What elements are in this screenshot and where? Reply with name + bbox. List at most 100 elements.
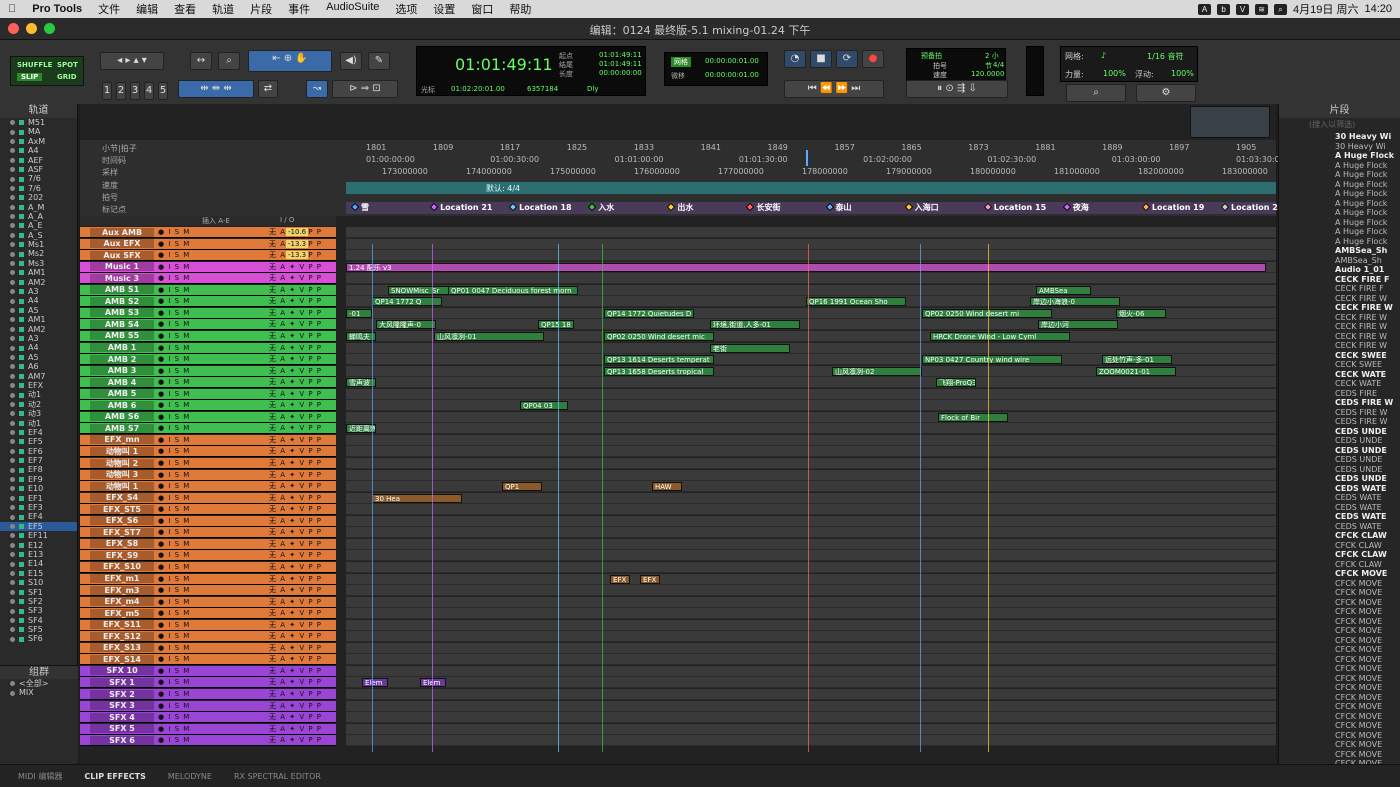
status-icon[interactable]: V	[1236, 3, 1250, 15]
track-lane[interactable]	[346, 619, 1276, 631]
play-icon[interactable]: ⟳	[836, 50, 858, 68]
track-visibility-icon[interactable]	[10, 411, 15, 417]
marker[interactable]: 入海口	[904, 202, 939, 214]
marker[interactable]: 雪	[350, 202, 369, 214]
clip-list-item[interactable]: AMBSea_Sh	[1279, 246, 1400, 256]
track-io[interactable]: 无 A ✦ V P P	[269, 481, 322, 491]
track-header[interactable]: AMB 4 ● I S M 无 A ✦ V P P	[80, 377, 336, 389]
track-list-item[interactable]: AM2	[0, 278, 77, 287]
menubar-time[interactable]: 14:20	[1364, 3, 1392, 15]
track-io[interactable]: 无 A ✦ V P P	[269, 470, 322, 480]
zoom-preset-1[interactable]: 1	[102, 82, 112, 100]
edit-tools-2[interactable]: ⊳ ⇒ ⊡	[332, 80, 398, 98]
track-solo-mute-buttons[interactable]: ● I S M	[158, 390, 190, 398]
track-header[interactable]: SFX 6 ● I S M 无 A ✦ V P P	[80, 735, 336, 747]
track-visibility-icon[interactable]	[10, 495, 15, 501]
track-list-item[interactable]: AxM	[0, 137, 77, 146]
track-header[interactable]: AMB S4 ● I S M 无 A ✦ V P P	[80, 319, 336, 331]
track-solo-mute-buttons[interactable]: ● I S M	[158, 505, 190, 513]
track-name[interactable]: Aux AMB	[90, 227, 154, 237]
clip-list-item[interactable]: CFCK MOVE	[1279, 702, 1400, 712]
clips-search-input[interactable]: (搜入以筛选)	[1279, 118, 1400, 132]
track-solo-mute-buttons[interactable]: ● I S M	[158, 713, 190, 721]
track-visibility-icon[interactable]	[10, 420, 15, 426]
track-name[interactable]: AMB 6	[90, 400, 154, 410]
track-solo-mute-buttons[interactable]: ● I S M	[158, 320, 190, 328]
clip-list-item[interactable]: CFCK MOVE	[1279, 664, 1400, 674]
mode-spot[interactable]: SPOT	[57, 61, 78, 69]
track-visibility-icon[interactable]	[10, 542, 15, 548]
track-io[interactable]: 无 A ✦ V P P	[269, 631, 322, 641]
track-name[interactable]: EFX_S10	[90, 562, 154, 572]
menu-item[interactable]: 片段	[242, 1, 280, 17]
track-lane[interactable]: 老街	[346, 342, 1276, 354]
track-name[interactable]: 动物叫 1	[90, 481, 154, 491]
track-lane[interactable]	[346, 388, 1276, 400]
track-io[interactable]: 无 A ✦ V P P	[269, 712, 322, 722]
marker[interactable]: 夜海	[1062, 202, 1089, 214]
marker-ruler[interactable]: 雪 Location 21 Location 18 入水 出水 长安街 泰山 入海口 Locat…	[346, 202, 1283, 214]
track-list-item[interactable]: EF7	[0, 456, 77, 465]
playhead[interactable]	[806, 150, 808, 166]
track-header[interactable]: SFX 10 ● I S M 无 A ✦ V P P	[80, 665, 336, 677]
track-io[interactable]: 无 A ✦ V P P	[269, 666, 322, 676]
tempo-value[interactable]: 120.0000	[971, 70, 1004, 78]
track-list-item[interactable]: 动2	[0, 400, 77, 409]
length-value[interactable]: 00:00:00:00	[599, 69, 642, 77]
track-list-item[interactable]: A6	[0, 362, 77, 371]
track-io[interactable]: 无 A ✦ V P P	[269, 366, 322, 376]
zoom-preset-2[interactable]: 2	[116, 82, 126, 100]
track-name[interactable]: SFX 5	[90, 724, 154, 734]
track-name[interactable]: EFX_S11	[90, 620, 154, 630]
tab-to-transient-icon[interactable]: ↝	[306, 80, 328, 98]
track-visibility-icon[interactable]	[10, 326, 15, 332]
clip-list-item[interactable]: CEDS WATE	[1279, 493, 1400, 503]
track-visibility-icon[interactable]	[10, 232, 15, 238]
track-visibility-icon[interactable]	[10, 138, 15, 144]
clip-list-item[interactable]: CFCK MOVE	[1279, 655, 1400, 665]
clip-list-item[interactable]: CFCK MOVE	[1279, 645, 1400, 655]
track-solo-mute-buttons[interactable]: ● I S M	[158, 297, 190, 305]
track-header[interactable]: 动物叫 2 ● I S M 无 A ✦ V P P	[80, 458, 336, 469]
track-lane[interactable]	[346, 446, 1276, 458]
track-header[interactable]: EFX_S14 ● I S M 无 A ✦ V P P	[80, 654, 336, 666]
track-list-item[interactable]: EF8	[0, 465, 77, 474]
track-visibility-icon[interactable]	[10, 383, 15, 389]
track-name[interactable]: Aux EFX	[90, 239, 154, 249]
track-io[interactable]: 无 A ✦ V P P	[269, 527, 322, 537]
clip[interactable]: QP13 1658 Deserts tropical	[604, 366, 714, 376]
track-header[interactable]: SFX 4 ● I S M 无 A ✦ V P P	[80, 712, 336, 724]
track-name[interactable]: SFX 1	[90, 677, 154, 687]
track-lane[interactable]	[346, 515, 1276, 527]
track-visibility-icon[interactable]	[10, 552, 15, 558]
track-io[interactable]: 无 A ✦ V P P	[269, 354, 322, 364]
mode-slip[interactable]: SLIP	[17, 73, 43, 81]
track-header[interactable]: AMB S5 ● I S M 无 A ✦ V P P	[80, 330, 336, 342]
clip-list-item[interactable]: CECK FIRE F	[1279, 284, 1400, 294]
track-visibility-icon[interactable]	[10, 308, 15, 313]
track-lane[interactable]: QP13 1658 Deserts tropical 山风凛冽-02 ZOOM002…	[346, 365, 1276, 377]
clip[interactable]: QP02 0250 Wind desert mic	[604, 331, 714, 341]
track-visibility-icon[interactable]	[10, 533, 15, 539]
grid-value[interactable]: 00:00:00:01.00	[705, 57, 759, 65]
track-visibility-icon[interactable]	[10, 570, 15, 576]
menu-item[interactable]: 查看	[166, 1, 204, 17]
search-icon[interactable]: ⌕	[1274, 3, 1288, 15]
clip-list-item[interactable]: CEDS UNDE	[1279, 446, 1400, 456]
track-solo-mute-buttons[interactable]: ● I S M	[158, 344, 190, 352]
track-list-item[interactable]: EF5	[0, 437, 77, 446]
track-solo-mute-buttons[interactable]: ● I S M	[158, 517, 190, 525]
track-header[interactable]: Aux AMB● I S M无 A ✦ V P P-10.6	[80, 227, 336, 238]
track-list-item[interactable]: A5	[0, 353, 77, 362]
clip-list-item[interactable]: A Huge Flock	[1279, 218, 1400, 228]
track-name[interactable]: AMB 5	[90, 389, 154, 399]
track-visibility-icon[interactable]	[10, 514, 15, 520]
track-list-item[interactable]: 202	[0, 193, 77, 202]
clip-list-item[interactable]: CEDS WATE	[1279, 512, 1400, 522]
clip[interactable]: -01	[346, 308, 372, 318]
track-io[interactable]: 无 A ✦ V P P	[269, 343, 322, 353]
track-io[interactable]: 无 A ✦ V P P	[269, 493, 322, 503]
track-list-item[interactable]: EF11	[0, 531, 77, 540]
clip-list-item[interactable]: CECK FIRE F	[1279, 275, 1400, 285]
clip[interactable]: 远处竹声-多-01	[1102, 355, 1172, 365]
